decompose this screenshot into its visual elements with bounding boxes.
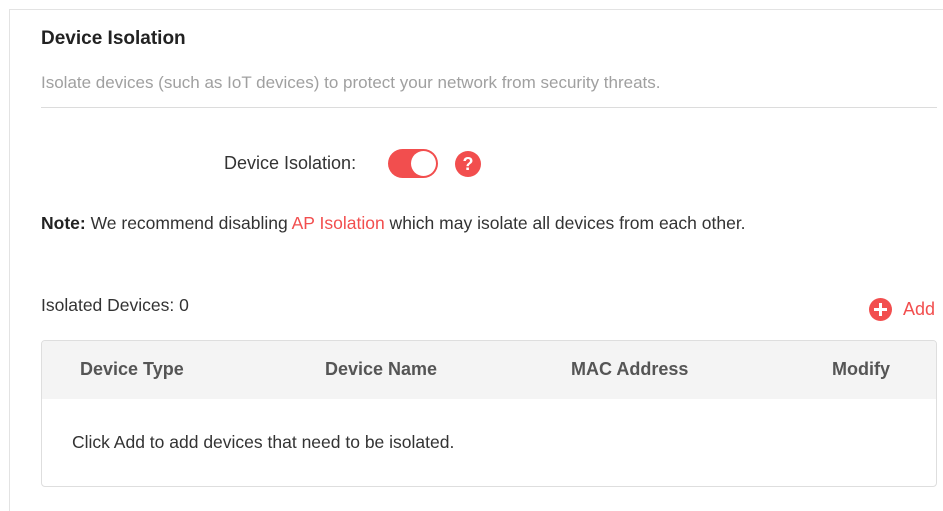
column-header-device-type[interactable]: Device Type — [80, 359, 184, 380]
section-divider — [41, 107, 937, 108]
column-header-modify: Modify — [832, 359, 890, 379]
toggle-knob — [411, 151, 436, 176]
note-text-before: We recommend disabling — [85, 213, 292, 233]
note-text-after: which may isolate all devices from each … — [384, 213, 746, 233]
device-isolation-label: Device Isolation: — [224, 153, 357, 173]
column-header-mac-address[interactable]: MAC Address — [571, 359, 688, 380]
add-button-label: Add — [903, 298, 936, 319]
table-header: Device Type Device Name MAC Address Modi… — [42, 341, 936, 399]
ap-isolation-link[interactable]: AP Isolation — [292, 213, 385, 233]
add-button[interactable]: Add — [869, 296, 935, 322]
note-prefix: Note: — [41, 213, 86, 233]
section-title: Device Isolation — [41, 28, 186, 49]
isolated-devices-count: Isolated Devices: 0 — [41, 295, 189, 315]
column-header-device-name[interactable]: Device Name — [325, 359, 437, 380]
help-icon[interactable]: ? — [455, 151, 481, 177]
plus-circle-icon — [869, 297, 892, 321]
note-text: Note: We recommend disabling AP Isolatio… — [41, 213, 746, 234]
table-empty-message: Click Add to add devices that need to be… — [72, 432, 455, 452]
device-isolation-toggle[interactable] — [388, 149, 438, 178]
isolated-devices-table: Device Type Device Name MAC Address Modi… — [41, 340, 937, 487]
section-description: Isolate devices (such as IoT devices) to… — [41, 73, 661, 92]
